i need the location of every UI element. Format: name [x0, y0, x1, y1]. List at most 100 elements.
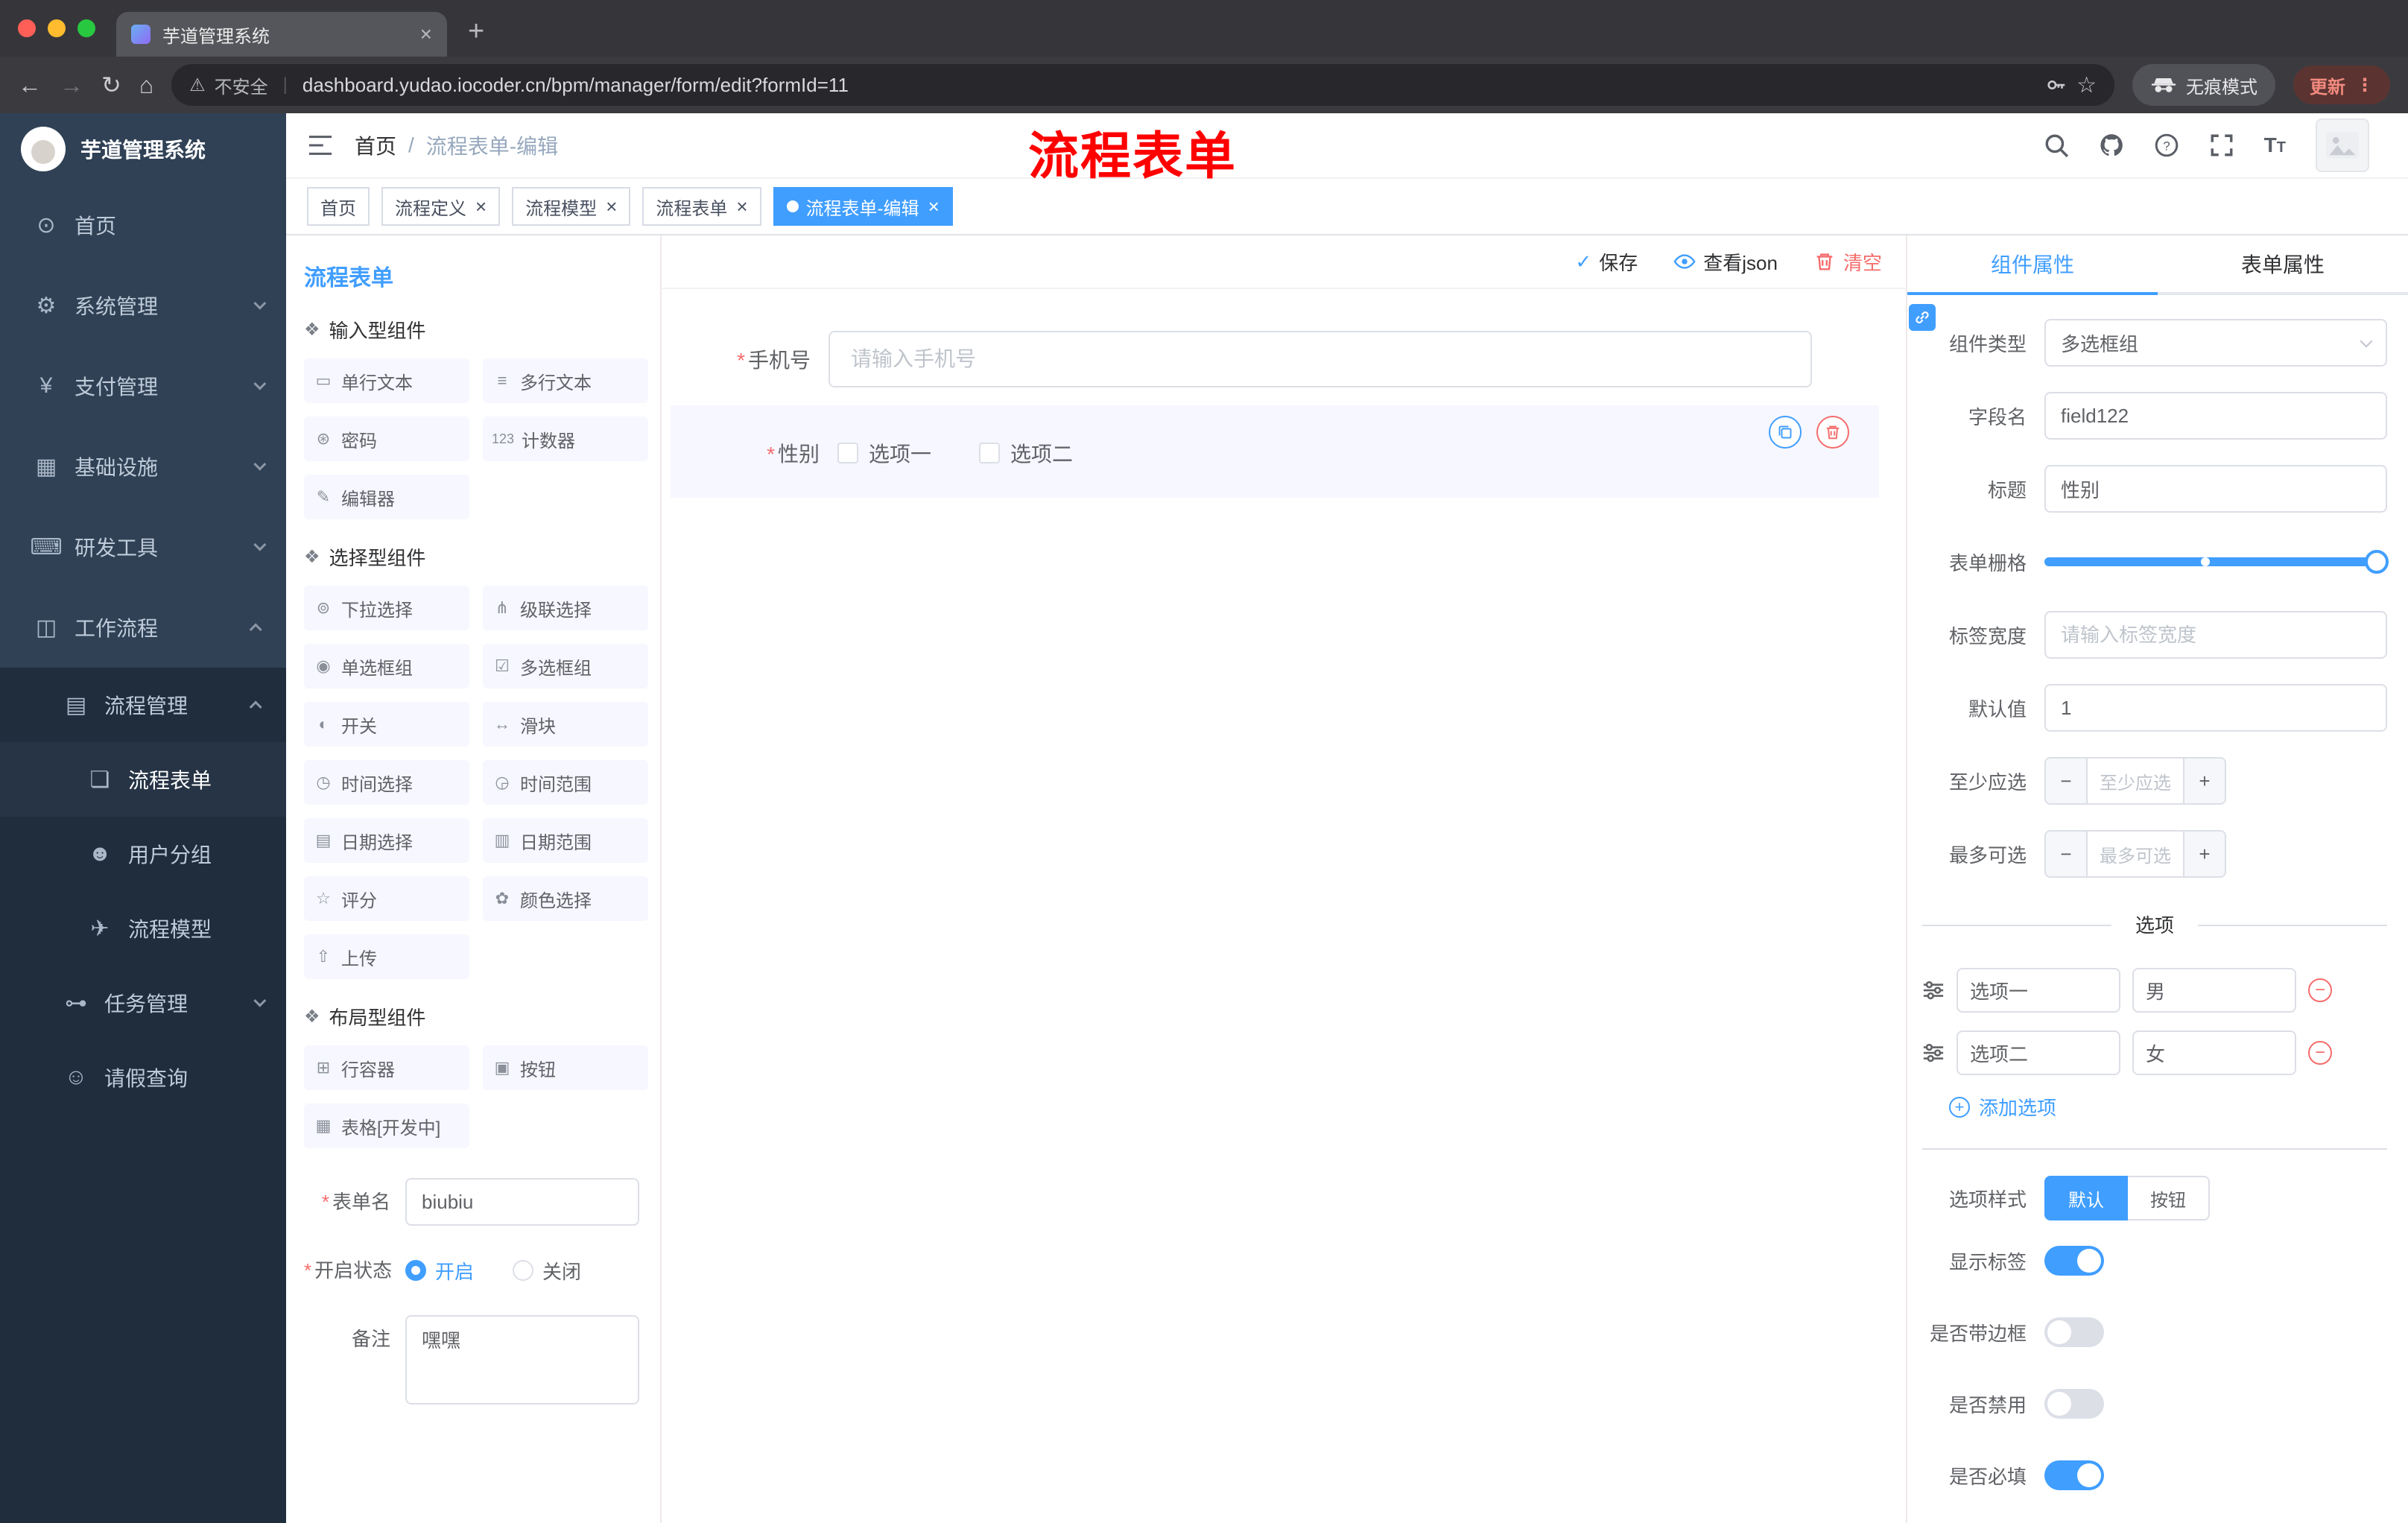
- window-close-button[interactable]: [18, 19, 36, 37]
- forward-icon[interactable]: →: [60, 73, 83, 97]
- radio-status-on[interactable]: 开启: [405, 1257, 474, 1285]
- window-zoom-button[interactable]: [77, 19, 95, 37]
- font-size-icon[interactable]: TT: [2264, 133, 2286, 157]
- search-icon[interactable]: [2044, 133, 2069, 158]
- add-option-button[interactable]: + 添加选项: [1949, 1093, 2387, 1121]
- component-date-range[interactable]: ▥ 日期范围: [483, 818, 648, 863]
- component-single-line-text[interactable]: ▭ 单行文本: [304, 358, 469, 403]
- grid-slider[interactable]: [2044, 538, 2389, 586]
- browser-menu-icon[interactable]: ⋮: [2356, 75, 2374, 96]
- component-radio-group[interactable]: ◉ 单选框组: [304, 644, 469, 688]
- component-editor[interactable]: ✎ 编辑器: [304, 475, 469, 519]
- sidebar-item-payment[interactable]: ¥ 支付管理: [0, 346, 286, 426]
- phone-input[interactable]: [828, 331, 1812, 387]
- option-label-input[interactable]: [1956, 1030, 2120, 1075]
- browser-update-button[interactable]: 更新 ⋮: [2293, 66, 2390, 104]
- component-switch[interactable]: ◐ 开关: [304, 702, 469, 747]
- tag-process-definition[interactable]: 流程定义 ×: [381, 187, 501, 226]
- radio-status-off[interactable]: 关闭: [513, 1257, 581, 1285]
- title-input[interactable]: [2044, 465, 2387, 513]
- option-value-input[interactable]: [2132, 968, 2296, 1013]
- show-label-toggle[interactable]: [2044, 1246, 2104, 1276]
- reload-icon[interactable]: ↻: [101, 73, 121, 97]
- sidebar-item-process-mgmt[interactable]: ▤ 流程管理: [0, 668, 286, 742]
- min-select-value[interactable]: 至少应选: [2088, 759, 2183, 803]
- required-toggle[interactable]: [2044, 1460, 2104, 1490]
- component-counter[interactable]: 123 计数器: [483, 417, 648, 461]
- component-date-picker[interactable]: ▤ 日期选择: [304, 818, 469, 863]
- form-name-input[interactable]: [405, 1178, 639, 1226]
- key-icon[interactable]: [2045, 74, 2068, 96]
- copy-field-button[interactable]: [1769, 416, 1802, 449]
- canvas-field-gender[interactable]: * 性别 选项一 选项二: [671, 405, 1879, 498]
- save-button[interactable]: ✓ 保存: [1575, 248, 1638, 276]
- disabled-toggle[interactable]: [2044, 1389, 2104, 1419]
- component-select[interactable]: ⊚ 下拉选择: [304, 586, 469, 630]
- browser-tab[interactable]: 芋道管理系统 ×: [116, 12, 447, 57]
- drag-handle-icon[interactable]: [1922, 979, 1945, 1001]
- address-bar[interactable]: ⚠ 不安全 | dashboard.yudao.iocoder.cn/bpm/m…: [171, 64, 2114, 106]
- breadcrumb-home[interactable]: 首页: [355, 130, 396, 160]
- checkbox-option-1[interactable]: 选项一: [837, 438, 931, 468]
- remove-option-icon[interactable]: −: [2308, 1041, 2332, 1065]
- sidebar-toggle-icon[interactable]: [286, 113, 355, 178]
- user-avatar[interactable]: [2316, 118, 2369, 172]
- style-button-button[interactable]: 按钮: [2128, 1176, 2210, 1220]
- component-color-picker[interactable]: ✿ 颜色选择: [483, 876, 648, 921]
- checkbox-option-2[interactable]: 选项二: [979, 438, 1073, 468]
- tag-home[interactable]: 首页: [307, 187, 370, 226]
- increase-button[interactable]: +: [2183, 832, 2225, 876]
- view-json-button[interactable]: 查看json: [1673, 248, 1778, 276]
- security-label[interactable]: 不安全: [215, 72, 268, 98]
- fullscreen-icon[interactable]: [2209, 133, 2234, 158]
- component-rate[interactable]: ☆ 评分: [304, 876, 469, 921]
- component-slider[interactable]: ↔ 滑块: [483, 702, 648, 747]
- back-icon[interactable]: ←: [18, 73, 42, 97]
- sidebar-item-leave-query[interactable]: ☺ 请假查询: [0, 1040, 286, 1115]
- tag-process-model[interactable]: 流程模型 ×: [512, 187, 631, 226]
- sidebar-item-infra[interactable]: ▦ 基础设施: [0, 426, 286, 507]
- option-label-input[interactable]: [1956, 968, 2120, 1013]
- component-row-container[interactable]: ⊞ 行容器: [304, 1045, 469, 1090]
- form-remark-input[interactable]: 嘿嘿: [405, 1315, 639, 1405]
- sidebar-item-devtools[interactable]: ⌨ 研发工具: [0, 507, 286, 587]
- tag-close-icon[interactable]: ×: [606, 195, 617, 218]
- component-type-select[interactable]: 多选框组: [2044, 319, 2387, 367]
- link-icon[interactable]: [1909, 304, 1936, 331]
- tag-close-icon[interactable]: ×: [736, 195, 747, 218]
- bookmark-star-icon[interactable]: ☆: [2076, 72, 2097, 98]
- tag-process-form-edit[interactable]: 流程表单-编辑 ×: [773, 187, 953, 226]
- increase-button[interactable]: +: [2183, 759, 2225, 803]
- component-time-range[interactable]: ◶ 时间范围: [483, 760, 648, 805]
- sidebar-item-user-group[interactable]: ☻ 用户分组: [0, 817, 286, 891]
- remove-option-icon[interactable]: −: [2308, 978, 2332, 1002]
- component-checkbox-group[interactable]: ☑ 多选框组: [483, 644, 648, 688]
- window-minimize-button[interactable]: [48, 19, 66, 37]
- url-text[interactable]: dashboard.yudao.iocoder.cn/bpm/manager/f…: [302, 74, 2036, 97]
- component-table[interactable]: ▦ 表格[开发中]: [304, 1104, 469, 1148]
- sidebar-item-process-form[interactable]: ❏ 流程表单: [0, 742, 286, 817]
- tab-component-props[interactable]: 组件属性: [1907, 235, 2158, 295]
- decrease-button[interactable]: −: [2046, 759, 2088, 803]
- option-value-input[interactable]: [2132, 1030, 2296, 1075]
- component-time-picker[interactable]: ◷ 时间选择: [304, 760, 469, 805]
- sidebar-item-process-model[interactable]: ✈ 流程模型: [0, 891, 286, 966]
- component-multi-line-text[interactable]: ≡ 多行文本: [483, 358, 648, 403]
- home-icon[interactable]: ⌂: [139, 73, 153, 97]
- default-value-input[interactable]: [2044, 684, 2387, 732]
- slider-handle[interactable]: [2365, 550, 2389, 574]
- tab-close-icon[interactable]: ×: [420, 22, 432, 46]
- component-cascader[interactable]: ⋔ 级联选择: [483, 586, 648, 630]
- tag-close-icon[interactable]: ×: [928, 195, 940, 218]
- label-width-input[interactable]: [2044, 611, 2387, 659]
- style-default-button[interactable]: 默认: [2044, 1176, 2128, 1220]
- sidebar-item-task-mgmt[interactable]: ⊶ 任务管理: [0, 966, 286, 1040]
- tag-process-form[interactable]: 流程表单 ×: [642, 187, 761, 226]
- component-button[interactable]: ▣ 按钮: [483, 1045, 648, 1090]
- component-password[interactable]: ⊛ 密码: [304, 417, 469, 461]
- delete-field-button[interactable]: [1816, 416, 1849, 449]
- max-select-value[interactable]: 最多可选: [2088, 832, 2183, 876]
- decrease-button[interactable]: −: [2046, 832, 2088, 876]
- field-name-input[interactable]: [2044, 392, 2387, 440]
- tab-form-props[interactable]: 表单属性: [2158, 235, 2408, 292]
